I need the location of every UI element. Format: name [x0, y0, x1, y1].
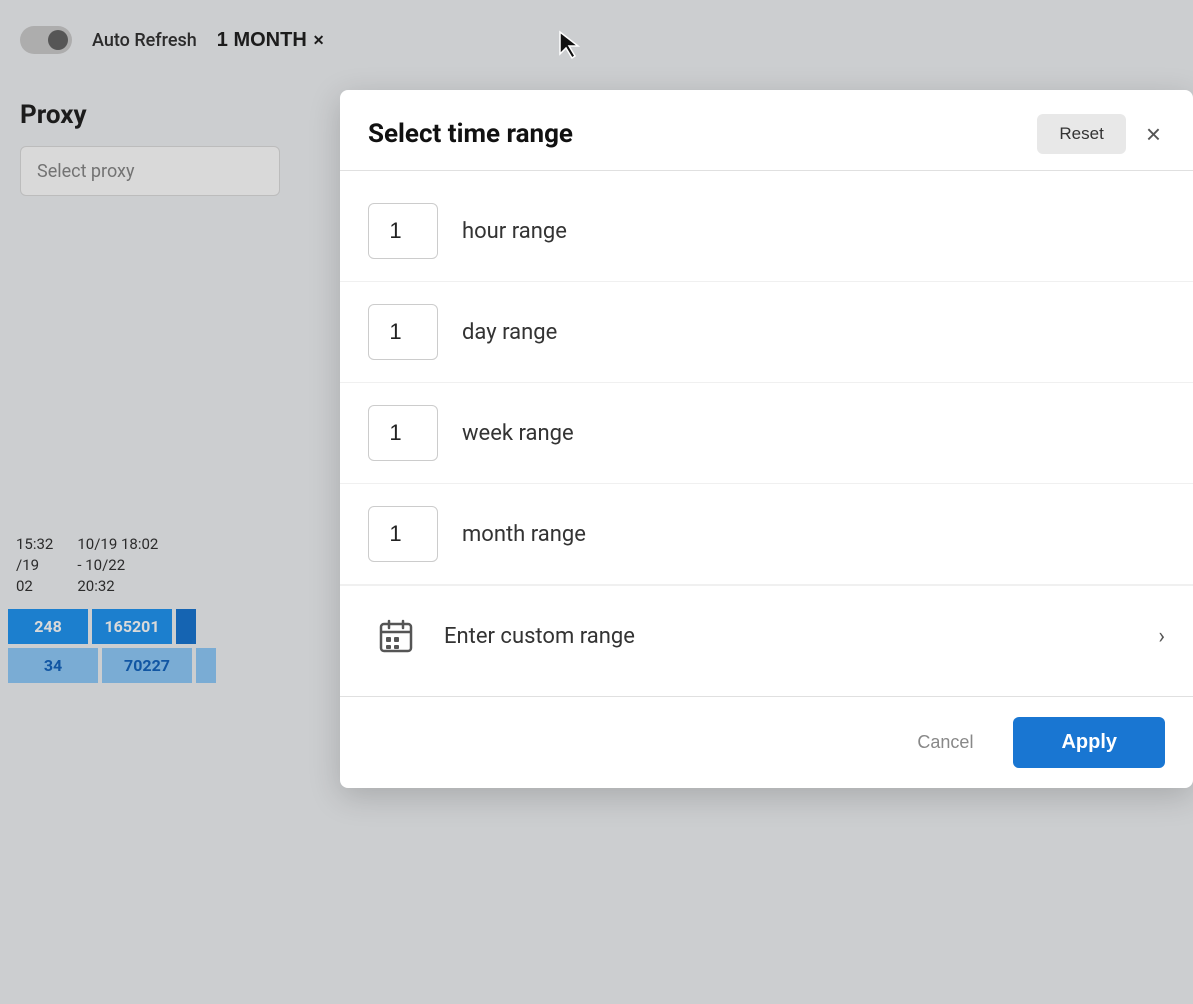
week-range-row: week range: [340, 383, 1193, 484]
calendar-icon: [368, 608, 424, 664]
cancel-button[interactable]: Cancel: [897, 720, 993, 765]
modal-header: Select time range Reset ×: [340, 90, 1193, 171]
modal-title: Select time range: [368, 119, 573, 149]
modal-header-actions: Reset ×: [1037, 114, 1165, 154]
hour-range-row: hour range: [340, 181, 1193, 282]
month-range-label: month range: [462, 522, 586, 547]
day-range-row: day range: [340, 282, 1193, 383]
month-range-row: month range: [340, 484, 1193, 585]
day-range-input[interactable]: [368, 304, 438, 360]
week-range-input[interactable]: [368, 405, 438, 461]
custom-range-row[interactable]: Enter custom range ›: [340, 585, 1193, 686]
time-range-modal: Select time range Reset × hour range day…: [340, 90, 1193, 788]
week-range-label: week range: [462, 421, 574, 446]
day-range-label: day range: [462, 320, 557, 345]
close-button[interactable]: ×: [1142, 117, 1165, 151]
hour-range-label: hour range: [462, 219, 567, 244]
modal-body: hour range day range week range month ra…: [340, 171, 1193, 696]
custom-range-label: Enter custom range: [444, 624, 1138, 649]
hour-range-input[interactable]: [368, 203, 438, 259]
month-range-input[interactable]: [368, 506, 438, 562]
apply-button[interactable]: Apply: [1013, 717, 1165, 768]
reset-button[interactable]: Reset: [1037, 114, 1125, 154]
modal-footer: Cancel Apply: [340, 696, 1193, 788]
chevron-right-icon: ›: [1158, 624, 1165, 649]
